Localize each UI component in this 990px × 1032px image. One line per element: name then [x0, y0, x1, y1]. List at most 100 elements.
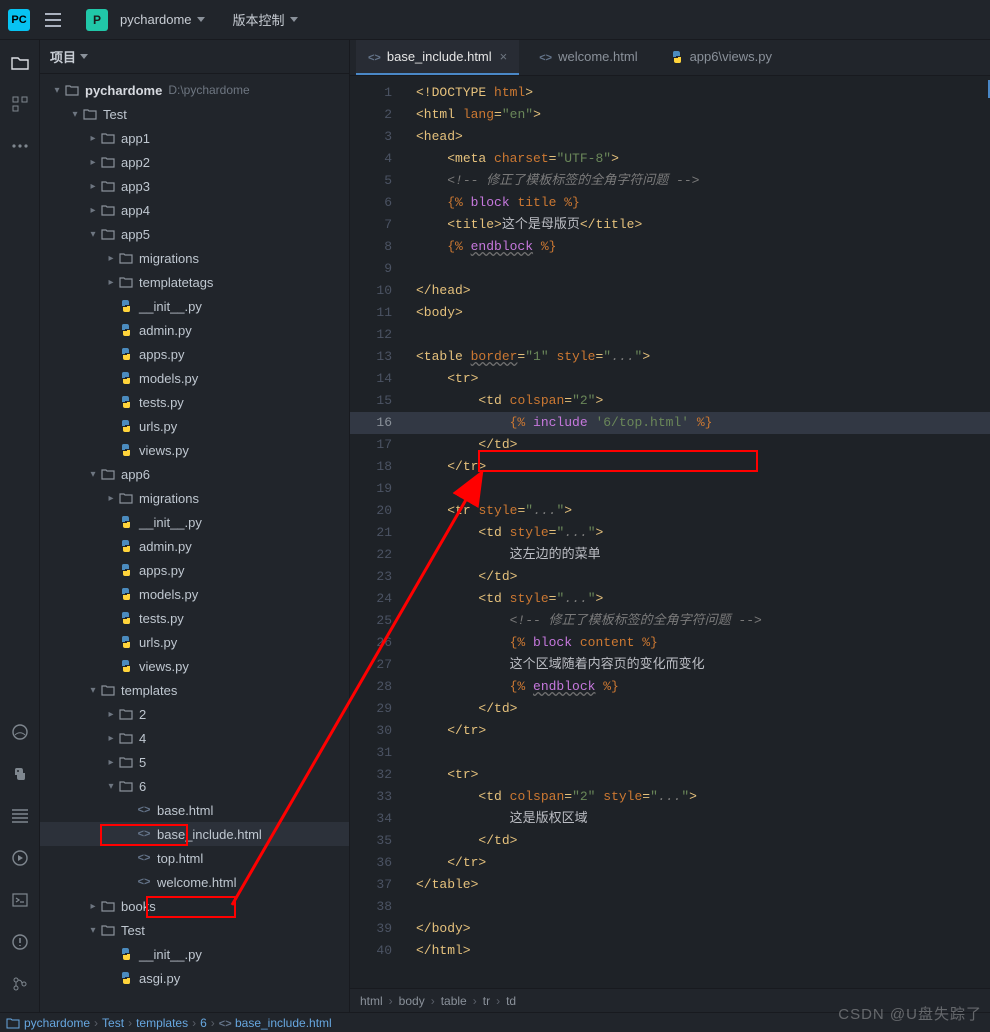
editor-tab[interactable]: app6\views.py — [658, 40, 784, 75]
code-line[interactable]: <tr> — [402, 764, 990, 786]
status-segment[interactable]: Test — [102, 1016, 124, 1030]
code-line[interactable]: <meta charset="UTF-8"> — [402, 148, 990, 170]
services-icon[interactable] — [6, 802, 34, 830]
tree-item[interactable]: ▾templates — [40, 678, 349, 702]
code-line[interactable]: 这个区域随着内容页的变化而变化 — [402, 654, 990, 676]
more-icon[interactable] — [6, 132, 34, 160]
tree-item[interactable]: ▸tests.py — [40, 390, 349, 414]
code-line[interactable]: 这左边的的菜单 — [402, 544, 990, 566]
statusbar[interactable]: pychardome› Test› templates› 6›<> base_i… — [0, 1012, 990, 1032]
code-line[interactable]: <td style="..."> — [402, 522, 990, 544]
remote-icon[interactable] — [6, 718, 34, 746]
tree-item[interactable]: ▸urls.py — [40, 630, 349, 654]
code-line[interactable]: <table border="1" style="..."> — [402, 346, 990, 368]
code-line[interactable]: {% endblock %} — [402, 236, 990, 258]
tree-root[interactable]: ▾pychardomeD:\pychardome — [40, 78, 349, 102]
status-segment[interactable]: templates — [136, 1016, 188, 1030]
tree-item[interactable]: ▸<>welcome.html — [40, 870, 349, 894]
tree-item[interactable]: ▸2 — [40, 702, 349, 726]
editor-tab[interactable]: <>welcome.html — [527, 40, 649, 75]
tree-item[interactable]: ▸__init__.py — [40, 294, 349, 318]
code-line[interactable] — [402, 324, 990, 346]
tree-item[interactable]: ▸admin.py — [40, 318, 349, 342]
tree-item[interactable]: ▸books — [40, 894, 349, 918]
code-line[interactable]: <td colspan="2" style="..."> — [402, 786, 990, 808]
code-line[interactable]: <tr style="..."> — [402, 500, 990, 522]
tree-item[interactable]: ▸migrations — [40, 246, 349, 270]
tree-item[interactable]: ▸views.py — [40, 438, 349, 462]
code-line[interactable]: </tr> — [402, 852, 990, 874]
code-line[interactable]: </td> — [402, 698, 990, 720]
close-icon[interactable]: × — [500, 49, 508, 64]
tree-item[interactable]: ▸__init__.py — [40, 942, 349, 966]
tree-file-top[interactable]: ▸<>top.html — [40, 846, 349, 870]
project-menu[interactable]: pychardome — [114, 12, 211, 27]
python-console-icon[interactable] — [6, 760, 34, 788]
tree-item[interactable]: ▸admin.py — [40, 534, 349, 558]
code-line[interactable]: <!DOCTYPE html> — [402, 82, 990, 104]
tree-item[interactable]: ▾Test — [40, 102, 349, 126]
tree-item[interactable]: ▸templatetags — [40, 270, 349, 294]
crumb[interactable]: table — [441, 994, 467, 1008]
code-line[interactable]: <html lang="en"> — [402, 104, 990, 126]
code-line[interactable] — [402, 896, 990, 918]
tree-item[interactable]: ▾app5 — [40, 222, 349, 246]
menu-icon[interactable] — [40, 7, 66, 33]
code-line[interactable]: </table> — [402, 874, 990, 896]
breadcrumb[interactable]: html›body›table›tr›td — [350, 988, 990, 1012]
sidebar-header[interactable]: 项目 — [40, 40, 349, 74]
code-line[interactable]: 这是版权区域 — [402, 808, 990, 830]
code-line[interactable]: <tr> — [402, 368, 990, 390]
tree-item[interactable]: ▸tests.py — [40, 606, 349, 630]
code-line[interactable] — [402, 742, 990, 764]
code-line[interactable]: </tr> — [402, 456, 990, 478]
crumb[interactable]: tr — [483, 994, 490, 1008]
code-line[interactable]: </td> — [402, 566, 990, 588]
run-icon[interactable] — [6, 844, 34, 872]
code-line[interactable]: <body> — [402, 302, 990, 324]
tree-item[interactable]: ▾app6 — [40, 462, 349, 486]
problems-icon[interactable] — [6, 928, 34, 956]
tree-item[interactable]: ▸__init__.py — [40, 510, 349, 534]
line-gutter[interactable]: 1234567891011121314151617181920212223242… — [350, 76, 402, 988]
code-content[interactable]: <!DOCTYPE html><html lang="en"><head> <m… — [402, 76, 990, 988]
terminal-icon[interactable] — [6, 886, 34, 914]
code-line[interactable]: {% block title %} — [402, 192, 990, 214]
code-line[interactable] — [402, 258, 990, 280]
tree-item[interactable]: ▸<>base.html — [40, 798, 349, 822]
tree-item[interactable]: ▾Test — [40, 918, 349, 942]
code-line[interactable]: {% endblock %} — [402, 676, 990, 698]
crumb[interactable]: td — [506, 994, 516, 1008]
tree-item[interactable]: ▸views.py — [40, 654, 349, 678]
project-tree[interactable]: ▾pychardomeD:\pychardome▾Test▸app1▸app2▸… — [40, 74, 349, 1012]
tree-item[interactable]: ▸models.py — [40, 582, 349, 606]
vcs-menu[interactable]: 版本控制 — [227, 10, 304, 29]
tree-item[interactable]: ▸asgi.py — [40, 966, 349, 990]
editor-tab[interactable]: <>base_include.html× — [356, 40, 519, 75]
tree-item[interactable]: ▸app2 — [40, 150, 349, 174]
tree-item[interactable]: ▸app4 — [40, 198, 349, 222]
code-line[interactable] — [402, 478, 990, 500]
tree-item[interactable]: ▸apps.py — [40, 342, 349, 366]
structure-tool-icon[interactable] — [6, 90, 34, 118]
status-segment[interactable]: <> base_include.html — [219, 1016, 332, 1030]
code-line[interactable]: </tr> — [402, 720, 990, 742]
code-line[interactable]: <head> — [402, 126, 990, 148]
tree-file-base-include[interactable]: ▸<>base_include.html — [40, 822, 349, 846]
code-line[interactable]: <td style="..."> — [402, 588, 990, 610]
code-line[interactable]: </head> — [402, 280, 990, 302]
code-line[interactable]: </body> — [402, 918, 990, 940]
project-tool-icon[interactable] — [6, 48, 34, 76]
code-line[interactable]: <title>这个是母版页</title> — [402, 214, 990, 236]
tree-item[interactable]: ▸models.py — [40, 366, 349, 390]
code-line[interactable]: </td> — [402, 830, 990, 852]
code-line[interactable]: </html> — [402, 940, 990, 962]
tree-item[interactable]: ▸urls.py — [40, 414, 349, 438]
status-segment[interactable]: 6 — [200, 1016, 207, 1030]
tree-item[interactable]: ▸5 — [40, 750, 349, 774]
crumb[interactable]: body — [399, 994, 425, 1008]
tree-item[interactable]: ▸app1 — [40, 126, 349, 150]
tree-item[interactable]: ▸migrations — [40, 486, 349, 510]
tree-item[interactable]: ▸app3 — [40, 174, 349, 198]
code-line[interactable]: {% block content %} — [402, 632, 990, 654]
